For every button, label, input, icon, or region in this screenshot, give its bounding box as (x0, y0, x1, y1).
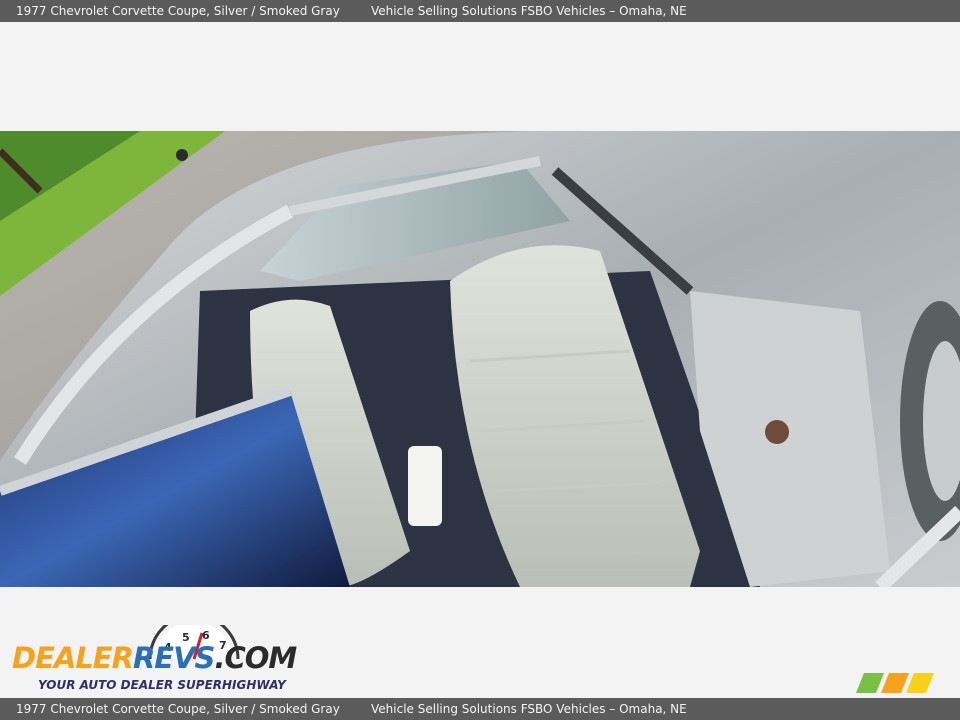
logo-wordmark: DEALERREVS.COM (12, 641, 297, 675)
vehicle-photo[interactable] (0, 131, 960, 587)
dealerrevs-logo[interactable]: 4 5 6 7 DEALERREVS.COM YOUR AUTO DEALER … (12, 625, 297, 695)
dealer-name: Vehicle Selling Solutions FSBO Vehicles … (371, 4, 687, 18)
corvette-interior-image (0, 131, 960, 587)
logo-tagline: YOUR AUTO DEALER SUPERHIGHWAY (38, 678, 286, 692)
top-caption-bar: 1977 Chevrolet Corvette Coupe, Silver / … (0, 0, 960, 22)
stripes-logo-icon (856, 673, 934, 693)
logo-part-com: .COM (214, 641, 297, 675)
vehicle-title: 1977 Chevrolet Corvette Coupe, Silver / … (16, 4, 340, 18)
dealer-name: Vehicle Selling Solutions FSBO Vehicles … (371, 702, 687, 716)
vehicle-title: 1977 Chevrolet Corvette Coupe, Silver / … (16, 702, 340, 716)
logo-part-revs: REVS (132, 641, 215, 675)
logo-part-dealer: DEALER (12, 641, 134, 675)
bottom-caption-bar: 1977 Chevrolet Corvette Coupe, Silver / … (0, 698, 960, 720)
top-margin (0, 22, 960, 131)
